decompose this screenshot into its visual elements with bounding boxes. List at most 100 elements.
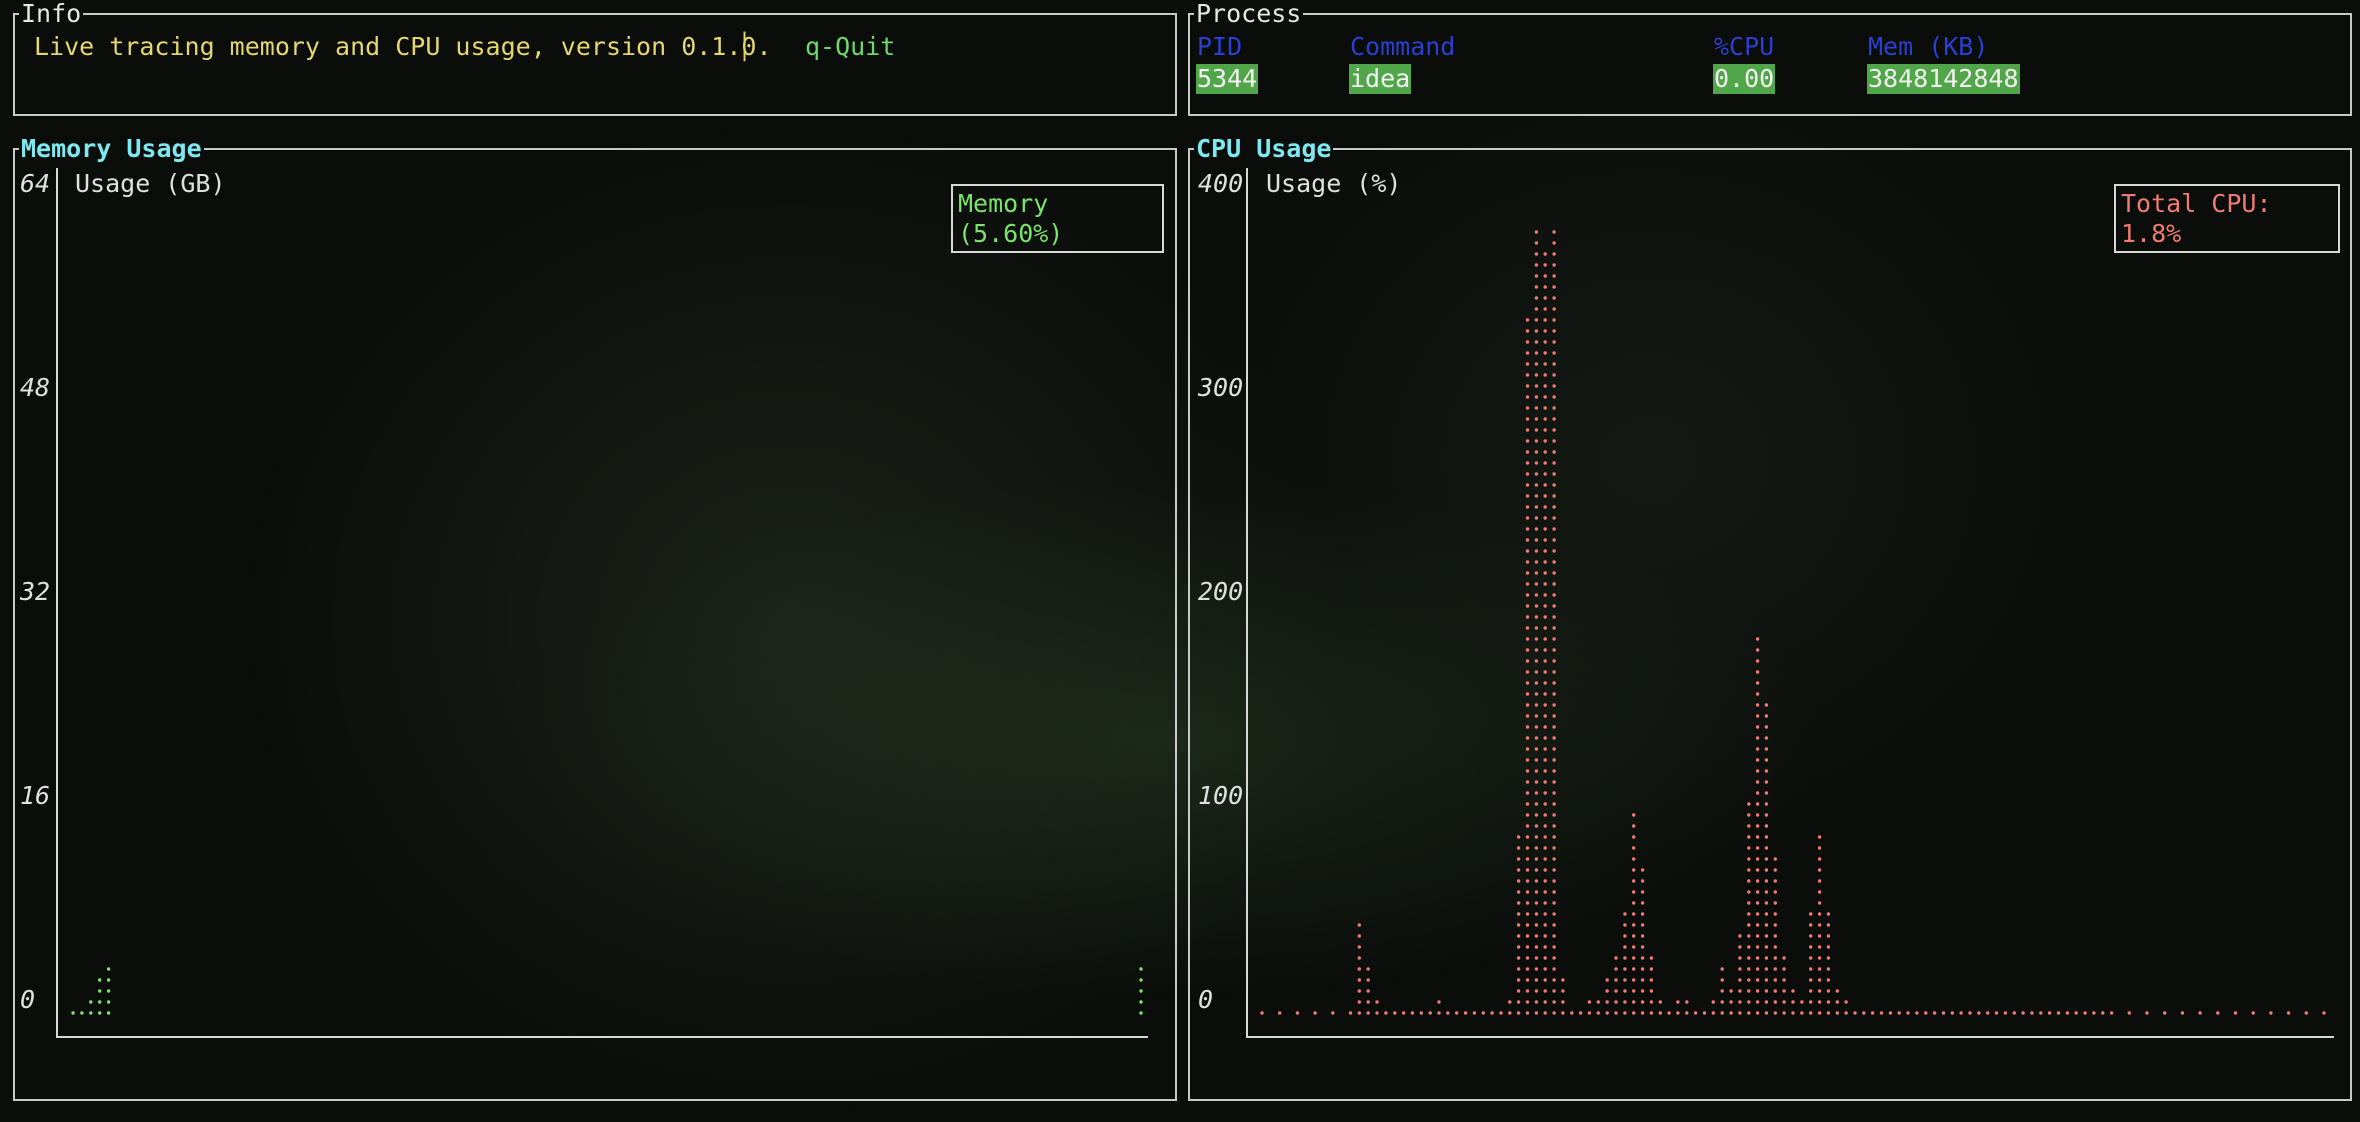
cpu-data-point — [1676, 1000, 1680, 1015]
cpu-data-point — [2074, 1011, 2078, 1015]
cpu-data-point — [1366, 967, 1370, 1015]
cpu-data-point — [1994, 1011, 1999, 1015]
cpu-data-point — [1295, 1011, 1300, 1015]
cpu-data-point — [1384, 1011, 1388, 1015]
cpu-data-point — [2198, 1011, 2202, 1015]
cpu-data-point — [1693, 1011, 1698, 1015]
cpu-data-point — [1924, 1011, 1928, 1015]
cpu-data-point — [1437, 1000, 1441, 1015]
memory-ytick-64: 64 — [20, 169, 51, 198]
memory-data-point — [1139, 967, 1143, 1015]
cpu-data-point — [1853, 1011, 1857, 1015]
cpu-data-point — [2047, 1011, 2052, 1015]
cpu-data-point — [2216, 1011, 2220, 1015]
cpu-data-point — [1720, 967, 1724, 1015]
cpu-data-point — [1729, 989, 1733, 1015]
cpu-ytick-300: 300 — [1198, 373, 1244, 402]
cpu-data-point — [1490, 1011, 1494, 1015]
process-command-cell[interactable]: idea — [1349, 64, 1412, 94]
cpu-data-point — [1959, 1011, 1963, 1015]
memory-panel: Memory Usage 64 48 32 16 0 Usage (GB) Me… — [13, 135, 1177, 1101]
cpu-data-point — [2269, 1011, 2273, 1015]
cpu-data-point — [1393, 1011, 1397, 1015]
cpu-chart — [1260, 230, 2326, 1015]
cpu-data-point — [1525, 318, 1530, 1015]
cpu-data-point — [2251, 1011, 2255, 1015]
cpu-data-point — [1862, 1011, 1866, 1015]
cpu-data-point — [1755, 637, 1760, 1015]
cpu-data-point — [2092, 1011, 2096, 1015]
cpu-data-point — [1738, 934, 1742, 1015]
cpu-data-point — [2109, 1011, 2114, 1015]
process-panel: Process PID Command %CPU Mem (KB) 5344 i… — [1188, 0, 2352, 116]
cpu-data-point — [2145, 1011, 2149, 1015]
cpu-data-point — [1906, 1011, 1910, 1015]
memory-ytick-48: 48 — [20, 373, 51, 402]
cpu-y-axis — [1246, 168, 1248, 1038]
process-mem-cell[interactable]: 3848142848 — [1867, 64, 2020, 94]
info-panel-title: Info — [19, 0, 84, 28]
memory-data-point — [98, 978, 102, 1015]
cpu-panel: CPU Usage 400 300 200 100 0 Usage (%) To… — [1188, 135, 2352, 1101]
cpu-data-point — [2021, 1011, 2025, 1015]
cpu-data-point — [1782, 956, 1786, 1015]
memory-x-axis — [56, 1036, 1148, 1038]
cpu-data-point — [1278, 1011, 1282, 1015]
cpu-ytick-0: 0 — [1198, 985, 1214, 1014]
cpu-data-point — [1331, 1011, 1335, 1015]
cpu-data-point — [1879, 1011, 1884, 1015]
cpu-ytick-100: 100 — [1198, 781, 1244, 810]
cpu-data-point — [1578, 1011, 1583, 1015]
cpu-data-point — [1897, 1011, 1901, 1015]
cpu-data-point — [2012, 1011, 2016, 1015]
memory-data-point — [71, 1011, 75, 1015]
process-cpu-cell[interactable]: 0.00 — [1713, 64, 1776, 94]
cpu-data-point — [1667, 1011, 1671, 1015]
cpu-data-point — [1552, 230, 1556, 1015]
memory-data-point — [80, 1011, 84, 1015]
cpu-data-point — [1516, 835, 1521, 1015]
cpu-data-point — [1773, 857, 1777, 1015]
memory-ytick-16: 16 — [20, 781, 51, 810]
cpu-data-point — [1596, 1000, 1600, 1015]
cpu-data-point — [1357, 923, 1361, 1015]
cpu-data-point — [2286, 1011, 2291, 1015]
process-panel-title: Process — [1194, 0, 1304, 28]
cpu-data-point — [2127, 1011, 2131, 1015]
cpu-data-point — [1835, 989, 1839, 1015]
cpu-data-point — [1711, 1000, 1715, 1015]
cpu-data-point — [1764, 703, 1769, 1015]
cpu-data-point — [1446, 1011, 1450, 1015]
cpu-data-point — [1826, 912, 1831, 1015]
cpu-data-point — [1587, 1000, 1592, 1015]
cpu-data-point — [1614, 956, 1618, 1015]
cpu-data-point — [1968, 1011, 1972, 1015]
cpu-data-point — [1941, 1011, 1946, 1015]
memory-chart — [71, 967, 1143, 1015]
cpu-data-point — [2101, 1011, 2105, 1015]
cpu-data-point — [1685, 1000, 1689, 1015]
cpu-data-point — [1428, 1011, 1432, 1015]
cpu-data-point — [1401, 1011, 1406, 1015]
cpu-data-point — [1809, 912, 1813, 1015]
cpu-data-point — [1543, 252, 1547, 1015]
memory-ytick-0: 0 — [20, 985, 36, 1014]
column-header-cpu[interactable]: %CPU — [1714, 32, 1774, 62]
column-header-mem[interactable]: Mem (KB) — [1868, 32, 1988, 62]
process-pid-cell[interactable]: 5344 — [1196, 64, 1259, 94]
column-header-pid[interactable]: PID — [1197, 32, 1242, 62]
cpu-data-point — [2003, 1011, 2008, 1015]
memory-ytick-32: 32 — [20, 577, 51, 606]
cpu-data-point — [1534, 230, 1539, 1015]
app-description: Live tracing memory and CPU usage, versi… — [34, 32, 772, 61]
cpu-data-point — [1640, 868, 1645, 1015]
cpu-data-point — [2304, 1011, 2308, 1015]
cpu-data-point — [1463, 1011, 1468, 1015]
column-header-command[interactable]: Command — [1350, 32, 1455, 62]
cpu-data-point — [1570, 1011, 1574, 1015]
cpu-data-point — [1348, 1011, 1353, 1015]
cpu-data-point — [1260, 1011, 1264, 1015]
quit-shortcut[interactable]: q-Quit — [805, 32, 895, 62]
cpu-data-point — [1977, 1011, 1981, 1015]
info-panel: Info Live tracing memory and CPU usage, … — [13, 0, 1177, 116]
